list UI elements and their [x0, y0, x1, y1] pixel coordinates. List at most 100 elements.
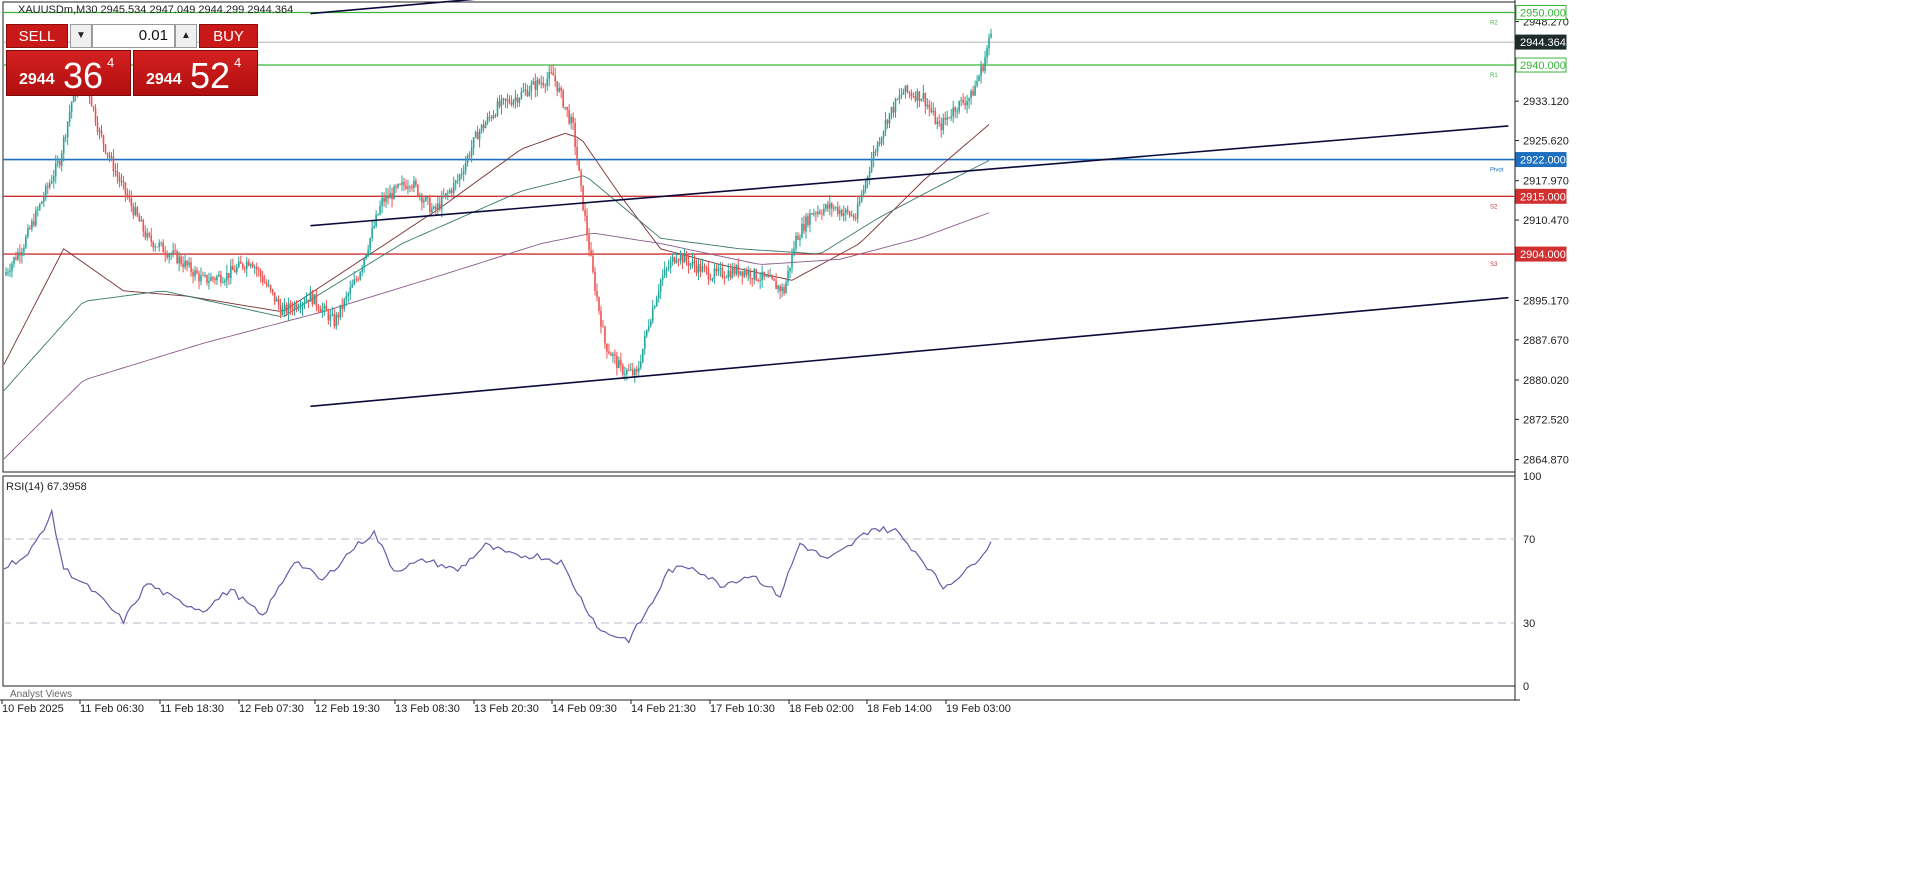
candle-body: [21, 251, 23, 256]
candle-body: [498, 101, 501, 107]
candle-body: [339, 304, 342, 318]
candle-body: [717, 268, 720, 272]
candle-body: [980, 66, 982, 77]
candle-body: [295, 303, 298, 310]
time-tick-label: 14 Feb 21:30: [631, 703, 696, 715]
candle-body: [118, 176, 121, 182]
candle-body: [753, 269, 755, 280]
candle-body: [263, 282, 266, 283]
candle-body: [484, 122, 487, 129]
candle-body: [313, 294, 316, 305]
candle-body: [397, 184, 399, 188]
candle-body: [787, 271, 789, 283]
candle-body: [602, 326, 604, 328]
candle-body: [243, 267, 246, 269]
time-tick-label: 10 Feb 2025: [2, 703, 64, 715]
time-tick-label: 14 Feb 09:30: [552, 703, 617, 715]
candle-body: [912, 96, 915, 98]
candle-body: [188, 262, 190, 266]
candle-body: [902, 91, 905, 95]
candle-body: [25, 236, 27, 248]
candle-body: [494, 115, 497, 117]
candle-body: [606, 343, 608, 352]
candle-body: [23, 247, 25, 252]
level-price-label: 2944.364: [1520, 37, 1566, 49]
level-price-label: 2904.000: [1520, 249, 1566, 261]
candle-body: [528, 91, 531, 96]
candle-body: [470, 147, 473, 157]
candle-body: [303, 302, 306, 304]
candle-body: [240, 261, 242, 264]
candle-body: [990, 33, 992, 38]
candle-body: [934, 110, 937, 125]
candle-body: [747, 271, 750, 276]
candle-body: [504, 98, 507, 101]
candle-body: [942, 118, 945, 131]
candle-body: [17, 252, 19, 260]
candle-body: [11, 263, 13, 271]
candle-body: [659, 280, 662, 292]
candle-body: [309, 291, 312, 302]
candle-body: [35, 210, 37, 226]
candle-body: [970, 90, 972, 99]
time-tick-label: 13 Feb 20:30: [474, 703, 539, 715]
candle-body: [500, 98, 503, 107]
buy-button[interactable]: BUY: [199, 24, 258, 48]
lot-decrease-button[interactable]: ▼: [70, 24, 92, 48]
candle-body: [763, 271, 765, 277]
buy-price-button[interactable]: 2944 52 4: [133, 50, 258, 96]
candle-body: [860, 194, 863, 202]
candle-body: [982, 66, 984, 71]
candle-body: [566, 106, 568, 110]
rsi-indicator: 100 70 30 0: [3, 471, 1541, 693]
time-axis-ticks: 10 Feb 2025 11 Feb 06:30 11 Feb 18:30 12 Fe…: [1, 700, 1011, 715]
candle-body: [144, 231, 147, 238]
candle-body: [687, 260, 690, 266]
candle-body: [697, 263, 700, 273]
price-tick-label: 2864.870: [1523, 455, 1569, 467]
candle-body: [578, 160, 580, 171]
candle-body: [643, 335, 646, 349]
candle-body: [381, 197, 383, 206]
candle-body: [906, 85, 909, 92]
candle-body: [604, 326, 606, 344]
candle-body: [532, 81, 535, 85]
candle-body: [749, 271, 752, 279]
candle-body: [725, 277, 728, 279]
candle-body: [731, 267, 734, 278]
candle-body: [478, 131, 481, 140]
candle-body: [317, 306, 320, 310]
candle-body: [269, 285, 272, 290]
candle-body: [482, 124, 485, 129]
candle-body: [986, 48, 988, 58]
candle-body: [132, 206, 135, 216]
time-tick-label: 11 Feb 06:30: [80, 703, 144, 715]
candle-body: [550, 72, 553, 73]
candle-body: [612, 354, 614, 356]
candle-body: [285, 304, 288, 313]
sell-button[interactable]: SELL: [6, 24, 68, 48]
candle-body: [940, 123, 943, 131]
candle-body: [801, 223, 803, 238]
candle-body: [184, 260, 186, 268]
candle-body: [261, 276, 264, 283]
candle-body: [329, 314, 332, 321]
candle-body: [630, 369, 632, 371]
candle-body: [39, 203, 41, 210]
candle-body: [206, 274, 208, 283]
level-price-label: 2922.000: [1520, 155, 1566, 167]
candle-body: [667, 267, 670, 269]
candle-body: [954, 107, 956, 112]
lot-increase-button[interactable]: ▲: [175, 24, 197, 48]
price-axis-ticks: 2948.2702933.1202925.6202917.9702910.470…: [1515, 17, 1569, 467]
candle-body: [238, 261, 240, 267]
lot-size-input[interactable]: 0.01: [92, 24, 175, 48]
candle-body: [146, 233, 149, 238]
candle-body: [946, 117, 949, 120]
candle-body: [594, 272, 596, 291]
candle-body: [846, 209, 849, 213]
buy-price-prefix: 2944: [146, 71, 182, 88]
candle-body: [637, 367, 640, 372]
sell-price-button[interactable]: 2944 36 4: [6, 50, 131, 96]
candle-body: [653, 306, 656, 309]
